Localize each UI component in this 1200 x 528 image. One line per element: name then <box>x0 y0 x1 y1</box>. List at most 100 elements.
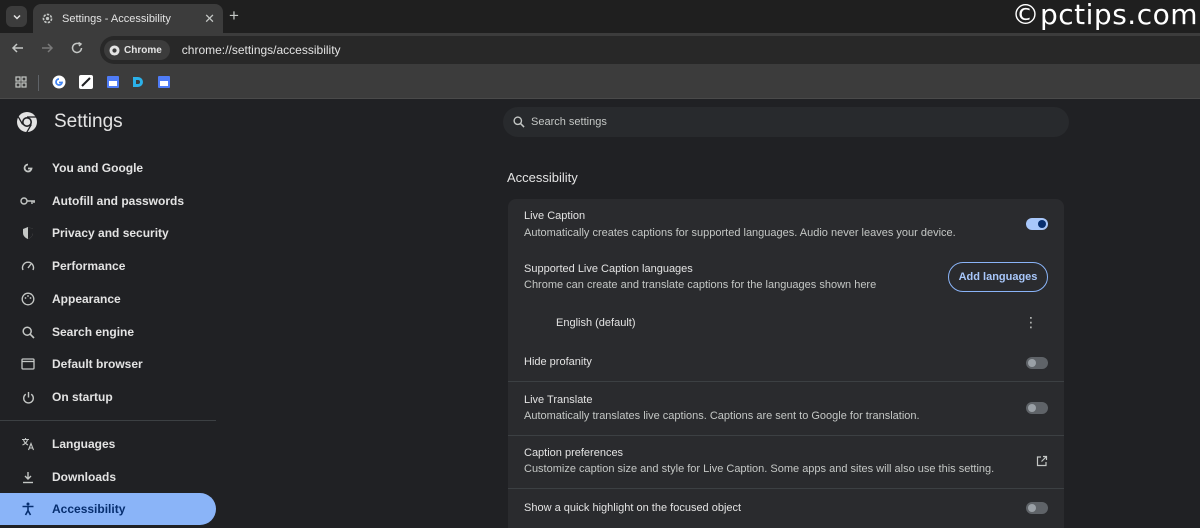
key-icon <box>20 193 36 209</box>
live-translate-row[interactable]: Live Translate Automatically translates … <box>508 382 1064 435</box>
chevron-down-icon <box>12 14 21 20</box>
address-bar[interactable]: Chrome chrome://settings/accessibility <box>100 36 1200 64</box>
live-caption-row[interactable]: Live Caption Automatically creates capti… <box>508 199 1064 249</box>
speedometer-icon <box>20 258 36 274</box>
sidebar-item-label: Downloads <box>52 470 117 484</box>
row-description: Chrome can create and translate captions… <box>524 279 877 291</box>
tab-title: Settings - Accessibility <box>62 12 171 25</box>
row-title: Live Translate <box>524 394 593 406</box>
hide-profanity-toggle[interactable] <box>1026 357 1048 369</box>
sidebar-item-label: Default browser <box>52 357 143 371</box>
browser-toolbar: Chrome chrome://settings/accessibility <box>0 33 1200 67</box>
row-description: Automatically translates live captions. … <box>524 410 920 422</box>
sidebar-item-label: Search engine <box>52 325 135 339</box>
sidebar-item-languages[interactable]: Languages <box>0 428 216 460</box>
live-caption-toggle[interactable] <box>1026 218 1048 230</box>
hide-profanity-row[interactable]: Hide profanity <box>508 345 1064 381</box>
chrome-logo-icon <box>17 112 37 133</box>
sidebar-item-privacy[interactable]: Privacy and security <box>0 217 216 249</box>
caption-preferences-row[interactable]: Caption preferences Customize caption si… <box>508 436 1064 488</box>
settings-sidebar: Settings You and Google Autofill and pas… <box>0 99 218 528</box>
sidebar-item-label: Privacy and security <box>52 226 169 240</box>
google-bookmark-icon[interactable] <box>52 75 66 89</box>
sidebar-item-autofill[interactable]: Autofill and passwords <box>0 185 216 217</box>
document-bookmark-icon-2[interactable] <box>157 75 171 89</box>
row-title: Caption preferences <box>524 447 624 459</box>
sidebar-item-accessibility[interactable]: Accessibility <box>0 493 216 525</box>
open-in-new-icon[interactable] <box>1036 455 1048 467</box>
back-button[interactable] <box>11 41 25 59</box>
sidebar-item-performance[interactable]: Performance <box>0 250 216 282</box>
search-icon <box>20 324 36 340</box>
toggle-knob <box>1028 404 1036 412</box>
url-text: chrome://settings/accessibility <box>181 43 341 57</box>
quick-highlight-row[interactable]: Show a quick highlight on the focused ob… <box>508 489 1064 528</box>
cursor-bookmark-icon[interactable] <box>79 75 93 89</box>
forward-button[interactable] <box>40 41 54 59</box>
watermark: ©pctips.com <box>1011 0 1198 31</box>
reload-icon <box>71 41 83 54</box>
quick-highlight-toggle[interactable] <box>1026 502 1048 514</box>
sidebar-item-default-browser[interactable]: Default browser <box>0 348 216 380</box>
supported-languages-row: Supported Live Caption languages Chrome … <box>508 249 1064 301</box>
live-translate-toggle[interactable] <box>1026 402 1048 414</box>
bookmark-divider <box>38 75 39 91</box>
toggle-knob <box>1028 504 1036 512</box>
reload-button[interactable] <box>70 41 84 59</box>
accessibility-card: Live Caption Automatically creates capti… <box>508 199 1064 528</box>
sidebar-item-search-engine[interactable]: Search engine <box>0 316 216 348</box>
accessibility-icon <box>20 501 36 517</box>
language-entry-row: English (default) ⋮ <box>508 301 1064 345</box>
google-g-icon <box>20 160 36 176</box>
tab-strip: Settings - Accessibility ✕ + ©pctips.com <box>0 0 1200 33</box>
shield-icon <box>20 225 36 241</box>
arrow-left-icon <box>11 43 23 53</box>
toggle-knob <box>1028 359 1036 367</box>
add-languages-button[interactable]: Add languages <box>948 262 1048 292</box>
row-title: Supported Live Caption languages <box>524 263 693 275</box>
sidebar-item-on-startup[interactable]: On startup <box>0 381 216 413</box>
sidebar-item-label: Performance <box>52 259 126 273</box>
row-description: Customize caption size and style for Liv… <box>524 463 995 475</box>
arrow-right-icon <box>42 43 54 53</box>
tab-search-button[interactable] <box>6 6 27 27</box>
active-tab[interactable]: Settings - Accessibility ✕ <box>33 4 223 33</box>
sidebar-item-label: Appearance <box>52 292 121 306</box>
settings-header: Settings <box>16 111 123 133</box>
new-tab-button[interactable]: + <box>229 6 239 26</box>
apps-grid-icon[interactable] <box>15 75 29 89</box>
download-icon <box>20 469 36 485</box>
sidebar-item-label: Accessibility <box>52 502 126 516</box>
translate-icon <box>20 436 36 452</box>
sidebar-item-you-and-google[interactable]: You and Google <box>0 152 216 184</box>
sidebar-item-label: On startup <box>52 390 113 404</box>
sidebar-item-downloads[interactable]: Downloads <box>0 461 216 493</box>
settings-title: Settings <box>54 111 123 132</box>
more-options-icon[interactable]: ⋮ <box>1024 315 1038 329</box>
sidebar-item-appearance[interactable]: Appearance <box>0 283 216 315</box>
site-info-chip[interactable]: Chrome <box>104 40 170 60</box>
sidebar-item-label: You and Google <box>52 161 144 175</box>
sidebar-divider <box>0 420 216 421</box>
section-title: Accessibility <box>507 170 578 185</box>
sidebar-item-label: Languages <box>52 437 116 451</box>
search-placeholder: Search settings <box>531 116 607 128</box>
sidebar-item-label: Autofill and passwords <box>52 194 185 208</box>
toggle-knob <box>1038 220 1046 228</box>
bookmarks-bar <box>0 67 1200 99</box>
row-title: Live Caption <box>524 210 586 222</box>
search-icon <box>513 116 525 128</box>
row-title: Hide profanity <box>524 356 592 368</box>
language-name: English (default) <box>556 317 636 329</box>
row-title: Show a quick highlight on the focused ob… <box>524 502 742 514</box>
gear-icon <box>42 13 53 24</box>
chip-label: Chrome <box>124 44 162 56</box>
palette-icon <box>20 291 36 307</box>
tab-close-button[interactable]: ✕ <box>204 11 215 27</box>
chrome-icon <box>109 44 120 56</box>
power-icon <box>20 389 36 405</box>
search-input[interactable]: Search settings <box>503 107 1069 137</box>
document-bookmark-icon[interactable] <box>106 75 120 89</box>
browser-icon <box>20 356 36 372</box>
d-logo-bookmark-icon[interactable] <box>131 75 145 89</box>
